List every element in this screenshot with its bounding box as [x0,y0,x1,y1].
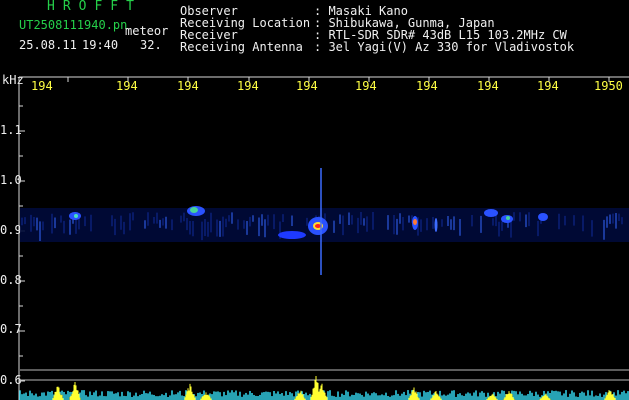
spectrogram-plot [18,76,629,400]
x-tick-marks [67,77,610,82]
y-tick-marks [19,105,25,382]
